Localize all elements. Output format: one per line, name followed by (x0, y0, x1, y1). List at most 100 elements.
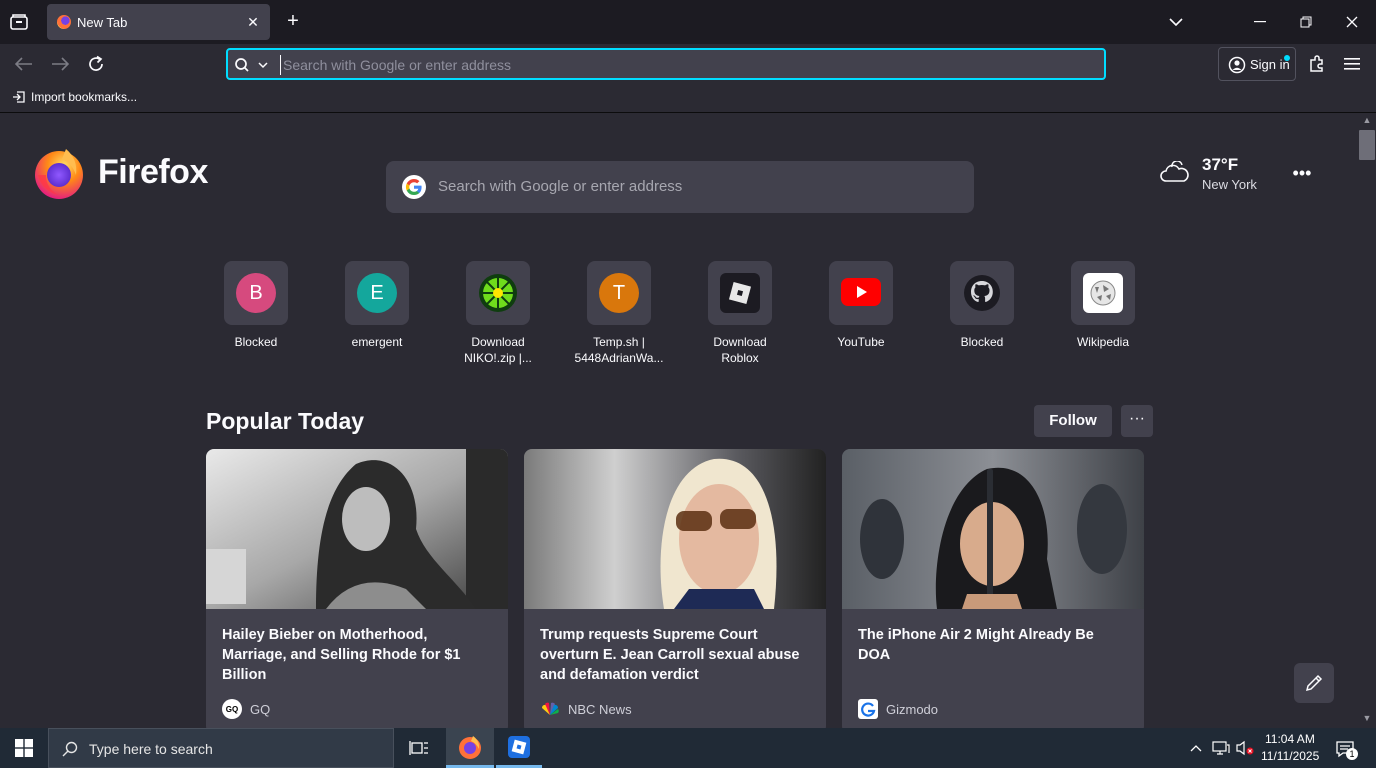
topsite-tile (466, 261, 530, 325)
google-g-icon (402, 175, 426, 199)
cloud-icon (1158, 160, 1190, 185)
show-hidden-icons-chevron-icon[interactable] (1188, 740, 1204, 756)
topsite-tile (708, 261, 772, 325)
section-more-options-icon[interactable]: ··· (1121, 405, 1153, 437)
limewire-logo-icon (478, 273, 518, 313)
topsite-tile: B (224, 261, 288, 325)
topsite-blocked-github[interactable]: Blocked (922, 261, 1042, 371)
address-bar[interactable] (226, 48, 1106, 80)
story-card[interactable]: The iPhone Air 2 Might Already Be DOA Gi… (842, 449, 1144, 728)
forward-arrow-icon[interactable] (48, 52, 72, 76)
extensions-puzzle-icon[interactable] (1305, 52, 1329, 76)
weather-widget[interactable]: 37°F New York (1158, 155, 1278, 199)
topsite-tile: E (345, 261, 409, 325)
topsite-tile (829, 261, 893, 325)
scrollbar-thumb[interactable] (1359, 130, 1375, 160)
new-tab-button[interactable]: + (282, 10, 304, 32)
taskbar-search-box[interactable]: Type here to search (48, 728, 394, 768)
story-headline: Hailey Bieber on Motherhood, Marriage, a… (222, 627, 461, 683)
firefox-wordmark: Firefox (98, 153, 208, 191)
customize-pencil-icon[interactable] (1294, 663, 1334, 703)
navigation-toolbar: Sign in (0, 44, 1376, 84)
topsite-download-roblox[interactable]: Download Roblox (680, 261, 800, 371)
account-icon (1228, 56, 1246, 74)
firefox-favicon-icon (57, 15, 71, 29)
story-source: Gizmodo (858, 699, 938, 719)
clock-time[interactable]: 11:04 AM (1265, 732, 1315, 746)
notification-dot (1284, 55, 1290, 61)
taskbar-search-placeholder: Type here to search (89, 741, 213, 757)
close-tab-icon[interactable]: ✕ (244, 13, 262, 31)
import-bookmarks-button[interactable]: Import bookmarks... (12, 90, 137, 104)
list-all-tabs-icon[interactable] (1166, 12, 1186, 32)
topsite-wikipedia[interactable]: Wikipedia (1043, 261, 1163, 371)
hero-search-placeholder: Search with Google or enter address (438, 178, 683, 195)
topsite-tile (1071, 261, 1135, 325)
topsite-emergent[interactable]: E emergent (317, 261, 437, 371)
story-image (842, 449, 1144, 609)
youtube-logo-icon (841, 278, 881, 306)
search-engine-button[interactable] (232, 53, 274, 77)
topsite-youtube[interactable]: YouTube (801, 261, 921, 371)
taskbar-firefox-icon[interactable] (446, 728, 494, 768)
story-card[interactable]: Trump requests Supreme Court overturn E.… (524, 449, 826, 728)
scroll-down-arrow-icon[interactable]: ▼ (1362, 713, 1372, 723)
story-card[interactable]: Hailey Bieber on Motherhood, Marriage, a… (206, 449, 508, 728)
reload-icon[interactable] (84, 52, 108, 76)
tab-title: New Tab (77, 15, 128, 30)
topsite-label: Download Roblox (713, 335, 767, 365)
task-view-icon[interactable] (404, 728, 434, 768)
story-source: NBC News (540, 699, 632, 719)
back-arrow-icon[interactable] (12, 52, 36, 76)
story-source: GQ GQ (222, 699, 270, 719)
firefox-logo-icon (32, 145, 86, 199)
page-scrollbar[interactable]: ▲ ▼ (1358, 113, 1376, 728)
bookmarks-toolbar: Import bookmarks... (0, 84, 1376, 113)
topsite-tile: T (587, 261, 651, 325)
topsite-temp-sh[interactable]: T Temp.sh | 5448AdrianWa... (559, 261, 679, 371)
scroll-up-arrow-icon[interactable]: ▲ (1362, 115, 1372, 125)
story-source-label: Gizmodo (886, 701, 939, 717)
import-bookmarks-label: Import bookmarks... (31, 90, 138, 104)
wikipedia-globe-icon (1083, 273, 1123, 313)
volume-muted-icon[interactable] (1236, 739, 1254, 757)
hamburger-menu-icon[interactable] (1340, 52, 1364, 76)
follow-button[interactable]: Follow (1034, 405, 1112, 437)
story-headline: The iPhone Air 2 Might Already Be DOA (858, 627, 1094, 663)
nbc-peacock-icon (540, 699, 560, 719)
topsite-label: Blocked (960, 335, 1004, 349)
weather-city: New York (1202, 177, 1257, 192)
weather-more-options-icon[interactable]: ••• (1292, 163, 1312, 183)
restore-window-icon[interactable] (1296, 12, 1316, 32)
story-source-label: GQ (250, 701, 271, 717)
network-icon[interactable] (1212, 739, 1230, 757)
tab-strip: New Tab ✕ + (0, 0, 1376, 44)
gq-logo-icon: GQ (222, 699, 242, 719)
weather-temperature: 37°F (1202, 155, 1239, 174)
clock-date[interactable]: 11/11/2025 (1261, 749, 1319, 763)
close-window-icon[interactable] (1342, 12, 1362, 32)
section-title-popular-today: Popular Today (206, 408, 365, 434)
topsite-blocked[interactable]: B Blocked (196, 261, 316, 371)
taskbar-roblox-studio-icon[interactable] (496, 728, 542, 768)
topsite-label: Wikipedia (1076, 335, 1130, 349)
topsite-label: YouTube (837, 335, 885, 349)
os-taskbar: Type here to search 11:04 AM 11/11/2025 … (0, 728, 1376, 768)
minimize-window-icon[interactable] (1250, 12, 1270, 32)
hero-search-box[interactable]: Search with Google or enter address (386, 161, 974, 213)
topsite-letter-icon: E (357, 273, 397, 313)
topsite-label: Temp.sh | 5448AdrianWa... (574, 335, 664, 365)
search-icon (61, 740, 79, 758)
firefox-view-icon[interactable] (8, 12, 30, 32)
topsite-letter-icon: T (599, 273, 639, 313)
topsite-tile (950, 261, 1014, 325)
topsite-letter-icon: B (236, 273, 276, 313)
topsite-label: Blocked (234, 335, 278, 349)
sign-in-button[interactable]: Sign in (1218, 47, 1296, 81)
topsite-download-niko[interactable]: Download NIKO!.zip |... (438, 261, 558, 371)
topsite-label: emergent (351, 335, 403, 349)
url-input[interactable] (280, 55, 1080, 75)
windows-start-icon[interactable] (0, 728, 48, 768)
tab-new-tab[interactable]: New Tab ✕ (47, 4, 270, 40)
github-logo-icon (962, 273, 1002, 313)
